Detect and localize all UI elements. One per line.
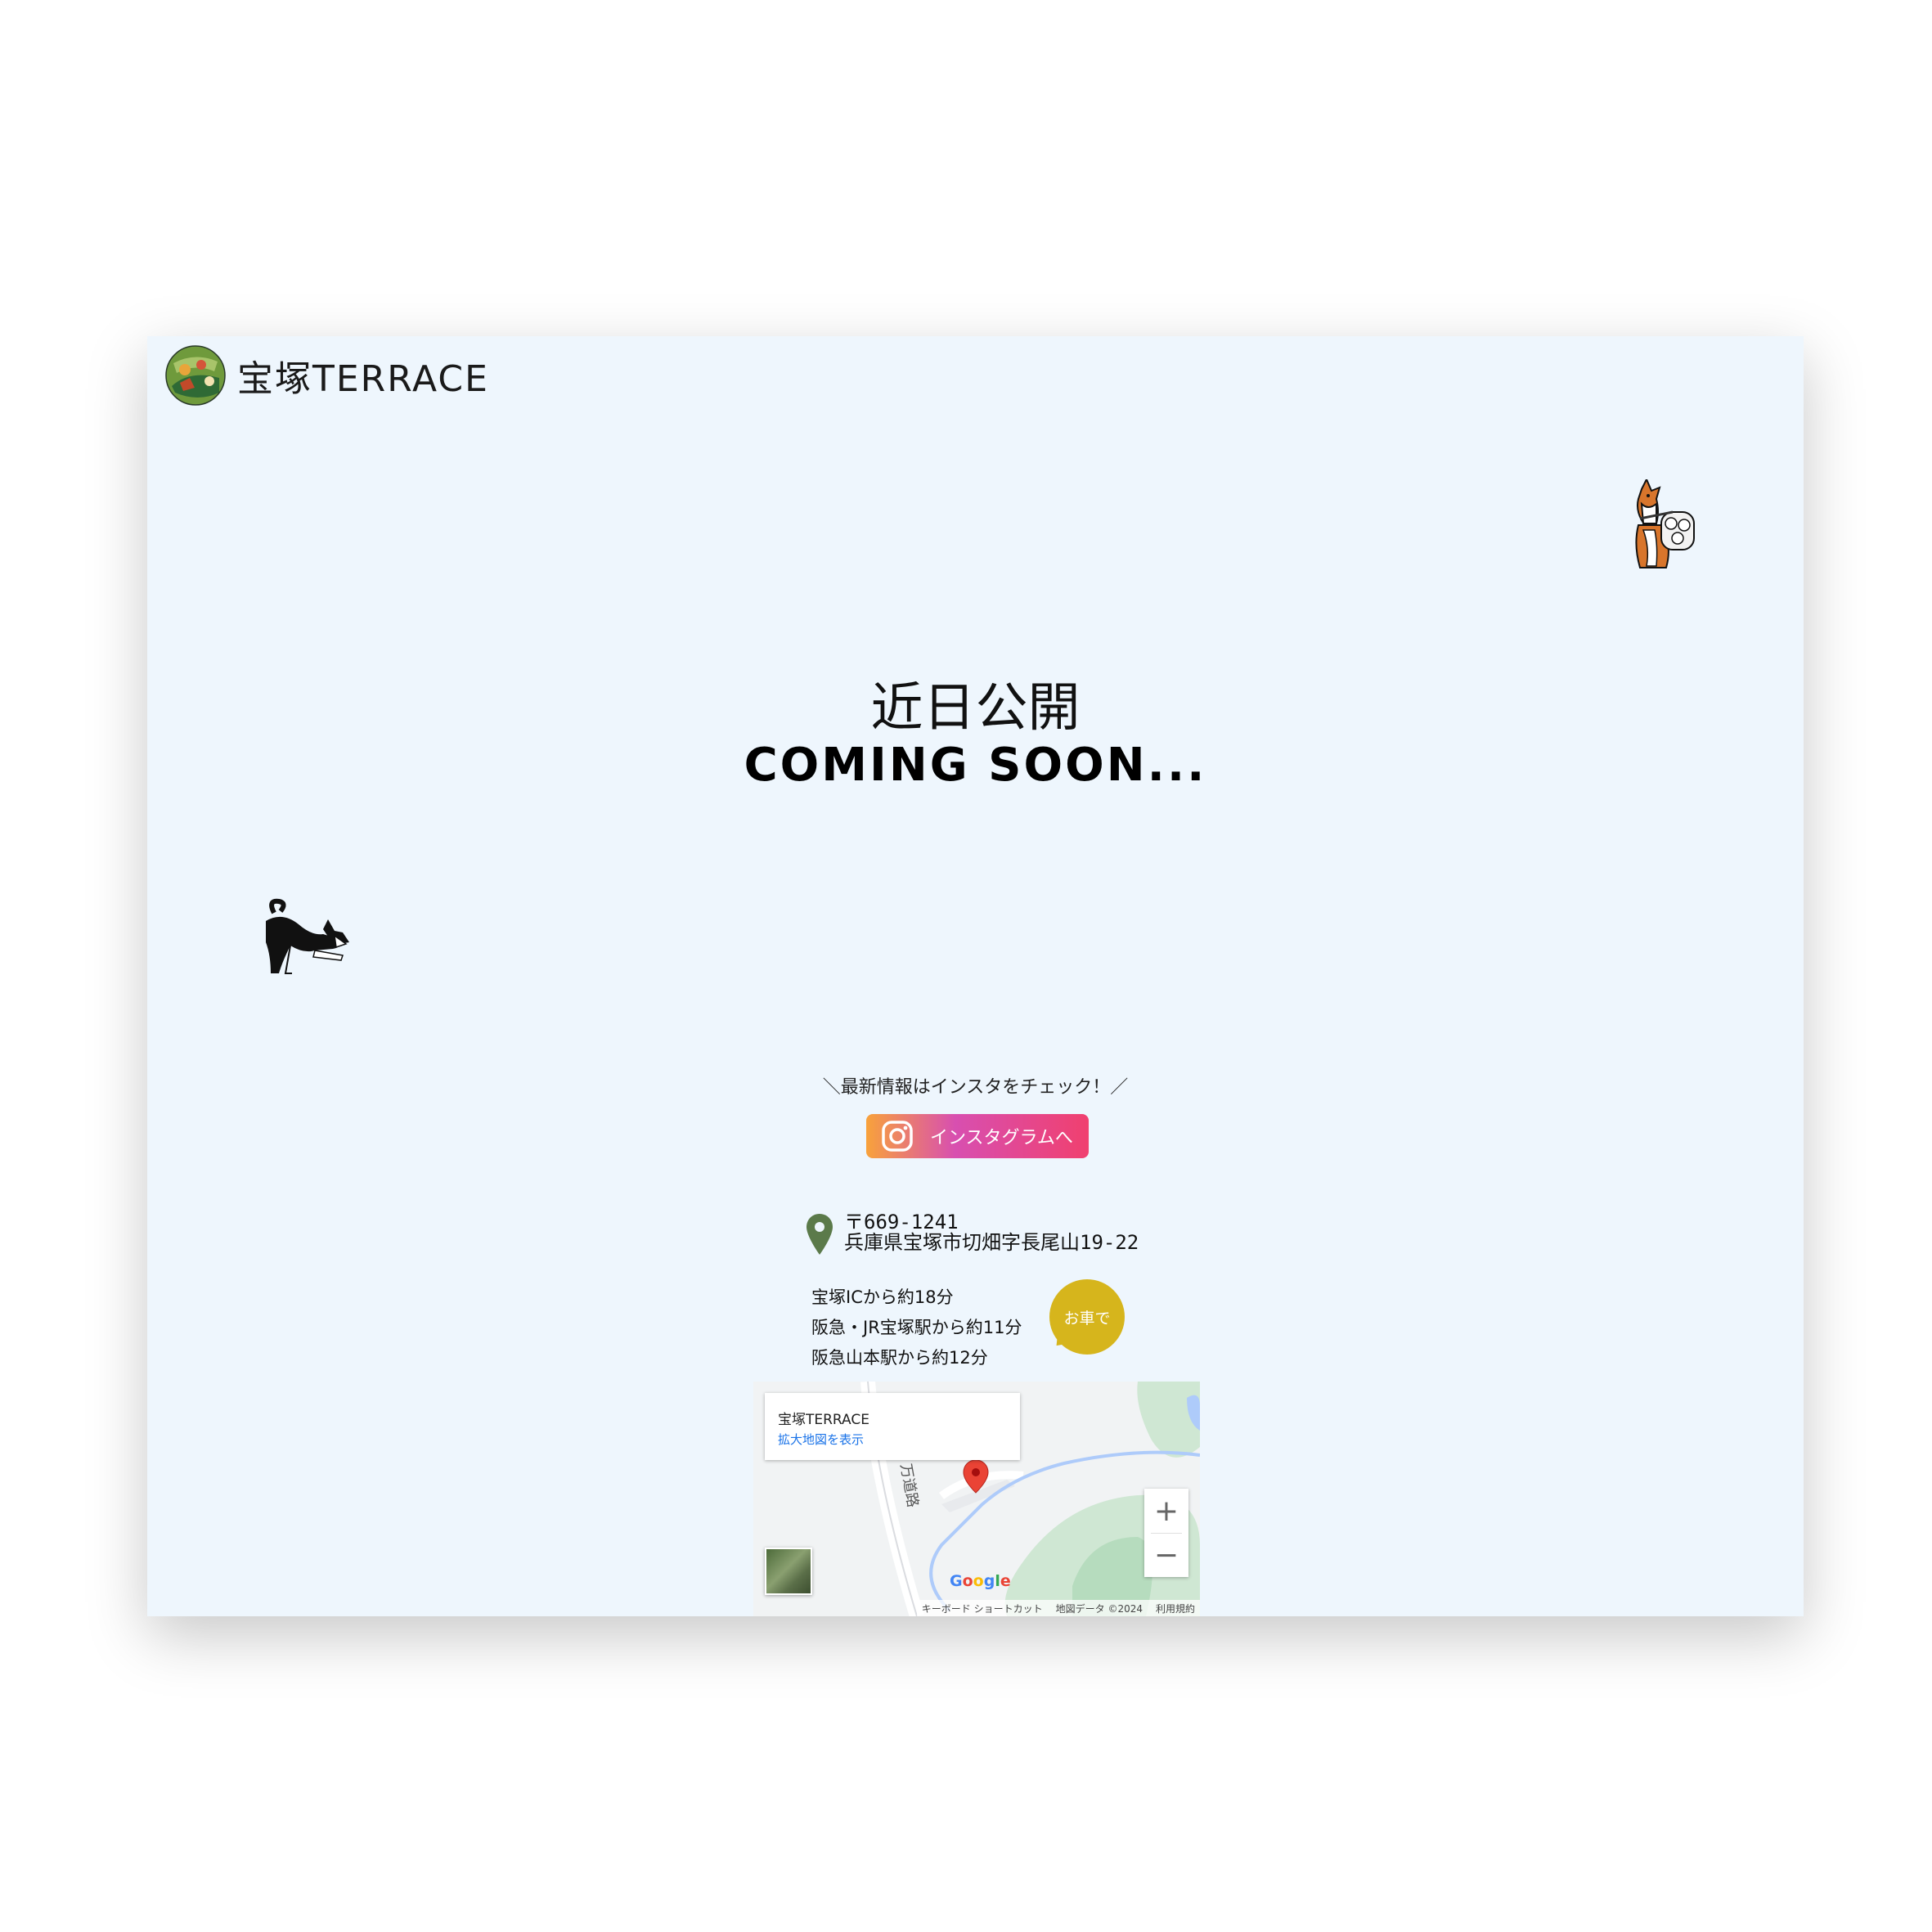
page-container: 宝塚TERRACE 近日公開 COMING SOON... ＼最新情報はインスタ… <box>147 336 1804 1616</box>
keyboard-shortcuts-link[interactable]: キーボード ショートカット <box>922 1602 1043 1615</box>
larger-map-link[interactable]: 拡大地図を表示 <box>778 1431 864 1448</box>
title-japanese: 近日公開 <box>870 678 1081 739</box>
shiba-stretching-icon <box>266 898 349 974</box>
zoom-in-button[interactable]: + <box>1144 1489 1188 1533</box>
access-info: 宝塚ICから約18分 阪急・JR宝塚駅から約11分 阪急山本駅から約12分 <box>811 1283 1022 1373</box>
location-pin-icon <box>806 1214 833 1255</box>
access-line: 宝塚ICから約18分 <box>811 1287 954 1307</box>
address-postal: 〒669-1241 <box>844 1211 959 1233</box>
zoom-controls: + − <box>1144 1489 1188 1577</box>
map-data-text: 地図データ ©2024 <box>1055 1602 1143 1615</box>
instagram-icon <box>882 1121 913 1152</box>
satellite-toggle-button[interactable] <box>765 1548 812 1595</box>
embedded-map[interactable]: 万道路 宝塚TERRACE 拡大地図を表示 + − Google キーボード シ… <box>753 1382 1200 1616</box>
title-english: COMING SOON... <box>744 739 1207 792</box>
logo-emblem-icon <box>165 345 226 406</box>
instagram-cta-text: ＼最新情報はインスタをチェック！／ <box>822 1077 1129 1098</box>
access-line: 阪急山本駅から約12分 <box>811 1348 988 1368</box>
google-logo: Google <box>950 1572 1011 1590</box>
address-street: 兵庫県宝塚市切畑字長尾山19-22 <box>844 1231 1139 1254</box>
hero-section: 近日公開 COMING SOON... <box>147 678 1804 793</box>
map-info-card: 宝塚TERRACE 拡大地図を表示 <box>765 1393 1020 1460</box>
shiba-sitting-icon <box>1635 479 1695 568</box>
address-block: 〒669-1241 兵庫県宝塚市切畑字長尾山19-22 <box>805 1212 1139 1256</box>
access-line: 阪急・JR宝塚駅から約11分 <box>811 1318 1022 1337</box>
instagram-button-label: インスタグラムへ <box>930 1128 1073 1148</box>
zoom-divider <box>1151 1533 1182 1534</box>
map-marker-icon[interactable] <box>961 1458 991 1494</box>
logo-text: 宝塚TERRACE <box>237 358 489 400</box>
instagram-button[interactable]: インスタグラムへ <box>866 1114 1089 1158</box>
map-place-name: 宝塚TERRACE <box>778 1412 870 1428</box>
site-logo[interactable]: 宝塚TERRACE <box>165 345 489 406</box>
by-car-badge: お車で <box>1049 1279 1125 1355</box>
map-attribution-bar: キーボード ショートカット 地図データ ©2024 利用規約 <box>916 1600 1200 1616</box>
zoom-out-button[interactable]: − <box>1144 1533 1188 1577</box>
terms-link[interactable]: 利用規約 <box>1156 1602 1195 1615</box>
